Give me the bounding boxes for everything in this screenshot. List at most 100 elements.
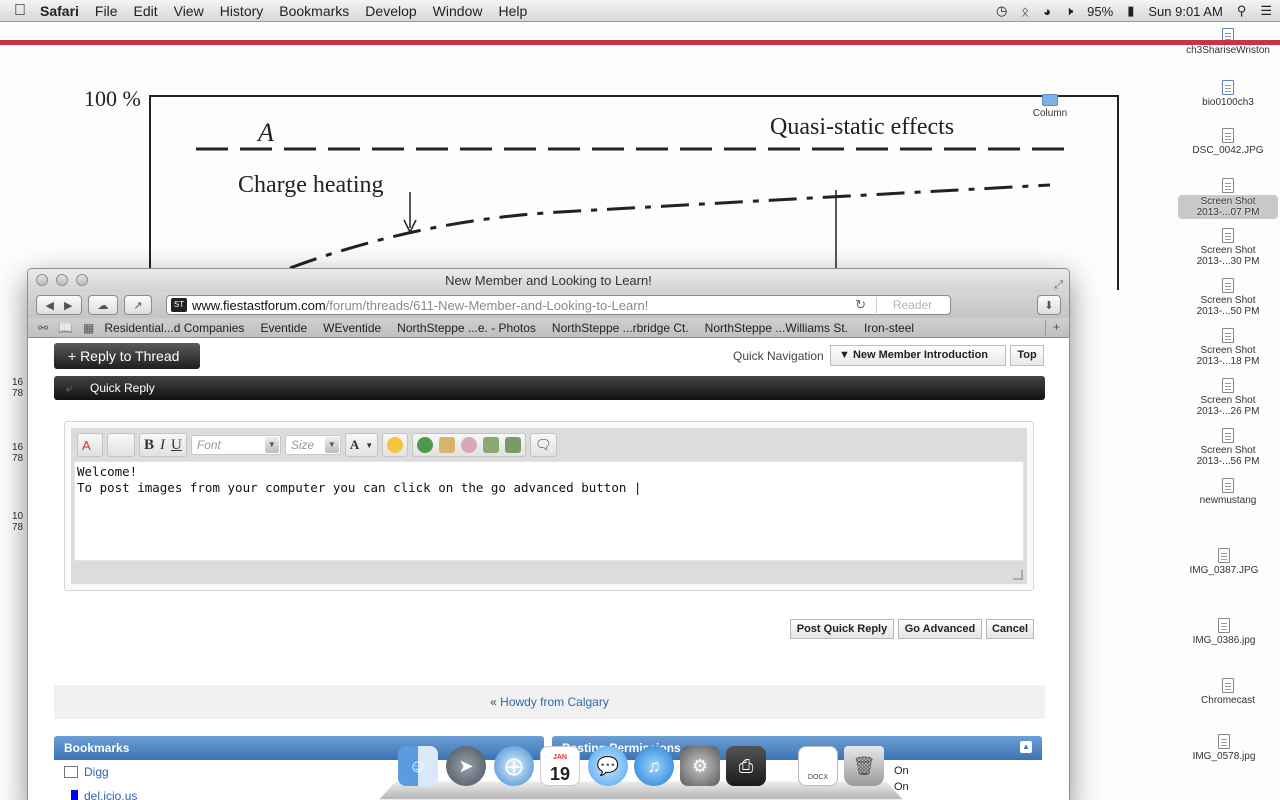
messages-icon[interactable]: 💬 <box>588 746 628 786</box>
message-textarea[interactable]: Welcome! To post images from your comput… <box>74 461 1024 561</box>
quick-navigation-select[interactable]: ▼ New Member Introduction <box>830 345 1006 366</box>
insert-link-icon[interactable] <box>417 437 434 453</box>
share-button[interactable]: ↗ <box>124 295 152 315</box>
smiley-icon <box>387 437 404 453</box>
safari-icon[interactable]: ⨁ <box>494 746 534 786</box>
insert-image-icon[interactable] <box>483 437 500 453</box>
menu-help[interactable]: Help <box>498 3 527 19</box>
insert-email-icon[interactable] <box>439 437 456 453</box>
window-titlebar[interactable]: New Member and Looking to Learn! ⤢ <box>28 269 1069 292</box>
close-window-button[interactable] <box>36 274 48 286</box>
reader-button[interactable]: Reader <box>876 297 948 313</box>
wifi-icon[interactable]: ◕ <box>1043 4 1051 19</box>
menu-edit[interactable]: Edit <box>133 3 157 19</box>
top-sites-grid-icon[interactable]: ▦ <box>83 321 94 335</box>
previous-thread-prefix: « <box>490 695 497 709</box>
new-tab-plus-icon[interactable]: + <box>1045 320 1067 336</box>
downloads-button[interactable]: ⬇ <box>1037 295 1061 315</box>
time-machine-icon[interactable]: ◷ <box>996 3 1007 19</box>
battery-icon[interactable]: ▮ <box>1127 3 1134 19</box>
notification-center-icon[interactable]: ☰ <box>1260 3 1272 19</box>
spotlight-search-icon[interactable]: ⚲ <box>1237 3 1247 19</box>
delicious-icon <box>64 790 78 800</box>
cancel-button[interactable]: Cancel <box>986 619 1034 639</box>
reading-list-icon[interactable]: ⚯ <box>38 321 48 335</box>
bookmark-item[interactable]: NorthSteppe ...e. - Photos <box>397 321 536 335</box>
desktop-icon-screenshot[interactable]: Screen Shot 2013-...50 PM <box>1178 278 1278 317</box>
post-quick-reply-button[interactable]: Post Quick Reply <box>790 619 894 639</box>
desktop-icon-image[interactable]: IMG_0578.jpg <box>1174 734 1274 762</box>
desktop-icon-image[interactable]: IMG_0386.jpg <box>1174 618 1274 646</box>
bookmark-item[interactable]: NorthSteppe ...Williams St. <box>705 321 848 335</box>
desktop-icon-file[interactable]: newmustang <box>1178 478 1278 506</box>
smilies-button[interactable] <box>382 433 409 457</box>
apple-menu-icon[interactable]:  <box>0 2 40 20</box>
bookmarks-book-icon[interactable]: 📖 <box>58 321 73 335</box>
itunes-icon[interactable]: ♫ <box>634 746 674 786</box>
desktop-icon-screenshot[interactable]: Screen Shot 2013-...56 PM <box>1178 428 1278 467</box>
reply-to-thread-button[interactable]: + Reply to Thread <box>54 343 200 369</box>
bookmark-item[interactable]: WEventide <box>323 321 381 335</box>
resize-handle-icon[interactable] <box>1013 570 1023 580</box>
desktop-icon-document[interactable]: bio0100ch3 <box>1178 80 1278 108</box>
text-color-button[interactable]: A ▼ <box>344 433 379 457</box>
address-bar[interactable]: ST www.fiestastforum.com/forum/threads/6… <box>166 295 951 315</box>
bookmark-digg[interactable]: Digg <box>64 765 109 779</box>
chevron-down-icon: ▼ <box>324 437 339 453</box>
printer-icon[interactable]: ⎙ <box>726 746 766 786</box>
menu-develop[interactable]: Develop <box>365 3 416 19</box>
desktop-icon-folder[interactable]: Column <box>1000 94 1100 119</box>
reload-icon[interactable]: ↻ <box>855 297 866 313</box>
menu-window[interactable]: Window <box>433 3 483 19</box>
quote-button[interactable]: 🗨 <box>530 433 557 457</box>
calendar-day: 19 <box>549 764 571 784</box>
italic-button[interactable]: I <box>160 437 165 454</box>
bluetooth-icon[interactable]: ᛟ <box>1021 4 1029 19</box>
menu-clock[interactable]: Sun 9:01 AM <box>1148 4 1222 19</box>
menu-app-name[interactable]: Safari <box>40 3 79 19</box>
finder-icon[interactable]: ☺ <box>398 746 438 786</box>
bookmark-item[interactable]: Residential...d Companies <box>104 321 244 335</box>
bookmark-item[interactable]: Iron-steel <box>864 321 914 335</box>
desktop-icon-file[interactable]: Chromecast <box>1178 678 1278 706</box>
collapse-icon[interactable]: ▲ <box>1020 741 1032 753</box>
menu-view[interactable]: View <box>174 3 204 19</box>
unlink-icon[interactable] <box>461 437 478 453</box>
battery-percent[interactable]: 95% <box>1087 4 1113 19</box>
remove-format-button[interactable]: A <box>77 433 103 457</box>
top-button[interactable]: Top <box>1010 345 1044 366</box>
previous-thread-link[interactable]: Howdy from Calgary <box>500 695 609 709</box>
desktop-icon-screenshot[interactable]: Screen Shot 2013-...07 PM <box>1178 178 1278 219</box>
docx-file-icon[interactable]: DOCX <box>798 746 838 786</box>
back-arrow-icon[interactable]: ◀ <box>46 299 54 312</box>
quick-reply-editor: A B I U Font ▼ Size ▼ A ▼ 🗨 Welcome! To … <box>64 421 1034 591</box>
side-number: 16 78 <box>12 442 24 464</box>
volume-icon[interactable]: 🕨 <box>1065 3 1073 19</box>
menu-history[interactable]: History <box>220 3 264 19</box>
trash-icon[interactable]: 🗑 <box>844 746 884 786</box>
icloud-tabs-button[interactable]: ☁ <box>88 295 118 315</box>
bookmark-item[interactable]: NorthSteppe ...rbridge Ct. <box>552 321 689 335</box>
document-icon <box>1222 478 1234 493</box>
minimize-window-button[interactable] <box>56 274 68 286</box>
bold-button[interactable]: B <box>144 437 154 454</box>
forward-arrow-icon[interactable]: ▶ <box>64 299 72 312</box>
menu-file[interactable]: File <box>95 3 118 19</box>
launchpad-icon[interactable]: ➤ <box>446 746 486 786</box>
desktop-icon-image[interactable]: IMG_0387.JPG <box>1174 548 1274 576</box>
bookmark-delicious[interactable]: del.icio.us <box>64 789 137 800</box>
desktop-icon-screenshot[interactable]: Screen Shot 2013-...26 PM <box>1178 378 1278 417</box>
underline-button[interactable]: U <box>171 437 182 454</box>
insert-video-icon[interactable] <box>505 437 522 453</box>
desktop-icon-screenshot[interactable]: Screen Shot 2013-...30 PM <box>1178 228 1278 267</box>
zoom-window-button[interactable] <box>76 274 88 286</box>
size-select[interactable]: Size ▼ <box>284 435 341 455</box>
font-select[interactable]: Font ▼ <box>190 435 281 455</box>
menu-bookmarks[interactable]: Bookmarks <box>279 3 349 19</box>
system-preferences-icon[interactable]: ⚙ <box>680 746 720 786</box>
go-advanced-button[interactable]: Go Advanced <box>898 619 982 639</box>
desktop-icon-image[interactable]: DSC_0042.JPG <box>1178 128 1278 156</box>
calendar-icon[interactable]: JAN 19 <box>540 746 580 786</box>
bookmark-item[interactable]: Eventide <box>260 321 307 335</box>
desktop-icon-screenshot[interactable]: Screen Shot 2013-...18 PM <box>1178 328 1278 367</box>
